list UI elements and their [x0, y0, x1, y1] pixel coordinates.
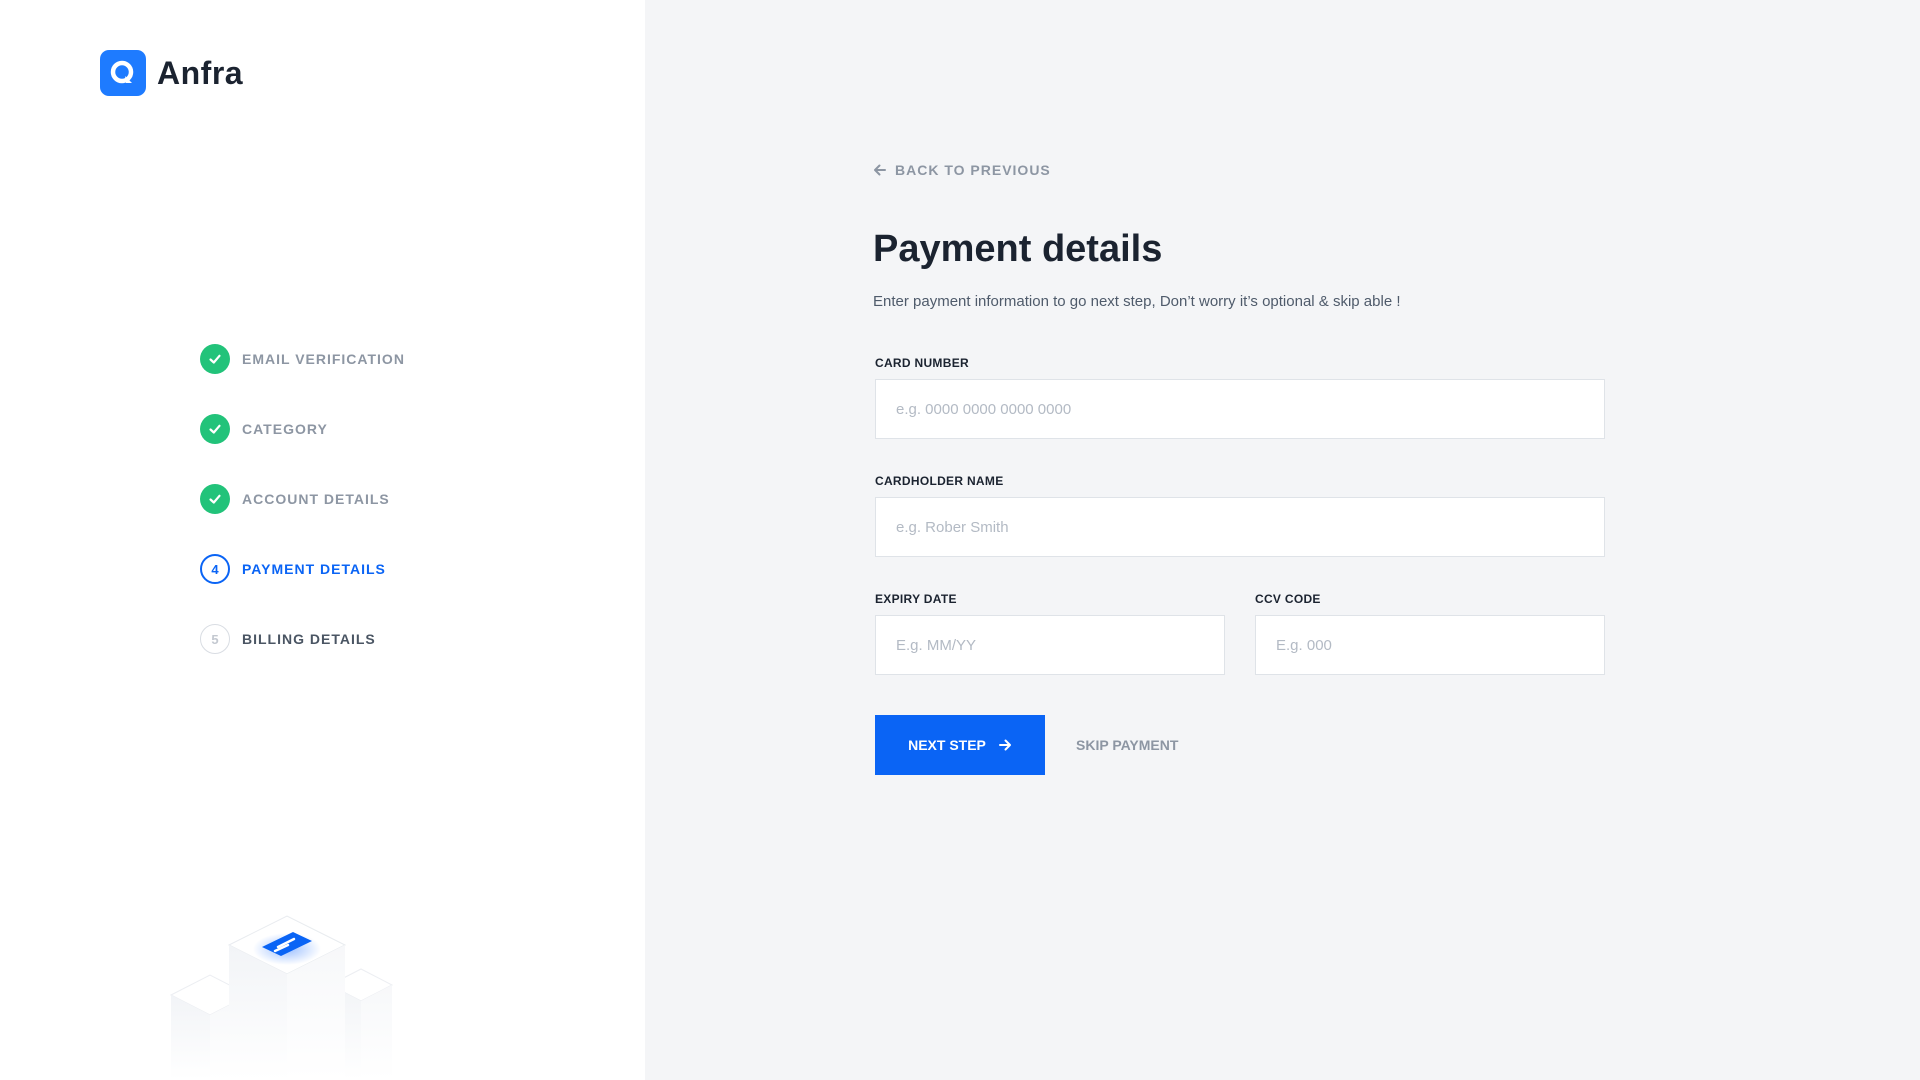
- next-step-button[interactable]: NEXT STEP: [875, 715, 1045, 775]
- expiry-date-input[interactable]: [875, 615, 1225, 675]
- step-category[interactable]: CATEGORY: [200, 414, 405, 444]
- step-account-details[interactable]: ACCOUNT DETAILS: [200, 484, 405, 514]
- page-title: Payment details: [873, 228, 1163, 270]
- check-icon: [200, 344, 230, 374]
- check-icon: [200, 484, 230, 514]
- logo-icon: [100, 50, 146, 96]
- cardholder-name-input[interactable]: [875, 497, 1605, 557]
- arrow-right-icon: [998, 738, 1012, 752]
- brand-logo[interactable]: Anfra: [100, 50, 243, 96]
- cardholder-name-label: CARDHOLDER NAME: [875, 474, 1004, 488]
- step-label: PAYMENT DETAILS: [242, 561, 386, 577]
- step-number: 5: [200, 624, 230, 654]
- ccv-code-label: CCV CODE: [1255, 592, 1321, 606]
- check-icon: [200, 414, 230, 444]
- arrow-left-icon: [874, 164, 886, 176]
- page-subtitle: Enter payment information to go next ste…: [873, 293, 1401, 310]
- sidebar-panel: Anfra EMAIL VERIFICATION CATEGORY ACCOUN…: [0, 0, 645, 1080]
- step-payment-details[interactable]: 4 PAYMENT DETAILS: [200, 554, 405, 584]
- card-illustration: [160, 905, 400, 1080]
- progress-steps: EMAIL VERIFICATION CATEGORY ACCOUNT DETA…: [200, 344, 405, 694]
- expiry-date-label: EXPIRY DATE: [875, 592, 957, 606]
- back-label: BACK TO PREVIOUS: [895, 162, 1051, 178]
- card-number-label: CARD NUMBER: [875, 356, 969, 370]
- step-label: ACCOUNT DETAILS: [242, 491, 390, 507]
- skip-payment-link[interactable]: SKIP PAYMENT: [1076, 737, 1178, 753]
- card-number-input[interactable]: [875, 379, 1605, 439]
- step-label: EMAIL VERIFICATION: [242, 351, 405, 367]
- step-email-verification[interactable]: EMAIL VERIFICATION: [200, 344, 405, 374]
- step-billing-details[interactable]: 5 BILLING DETAILS: [200, 624, 405, 654]
- back-to-previous-link[interactable]: BACK TO PREVIOUS: [873, 162, 1051, 178]
- next-step-label: NEXT STEP: [908, 737, 986, 753]
- step-label: CATEGORY: [242, 421, 328, 437]
- step-label: BILLING DETAILS: [242, 631, 376, 647]
- brand-name: Anfra: [157, 54, 244, 91]
- step-number: 4: [200, 554, 230, 584]
- ccv-code-input[interactable]: [1255, 615, 1605, 675]
